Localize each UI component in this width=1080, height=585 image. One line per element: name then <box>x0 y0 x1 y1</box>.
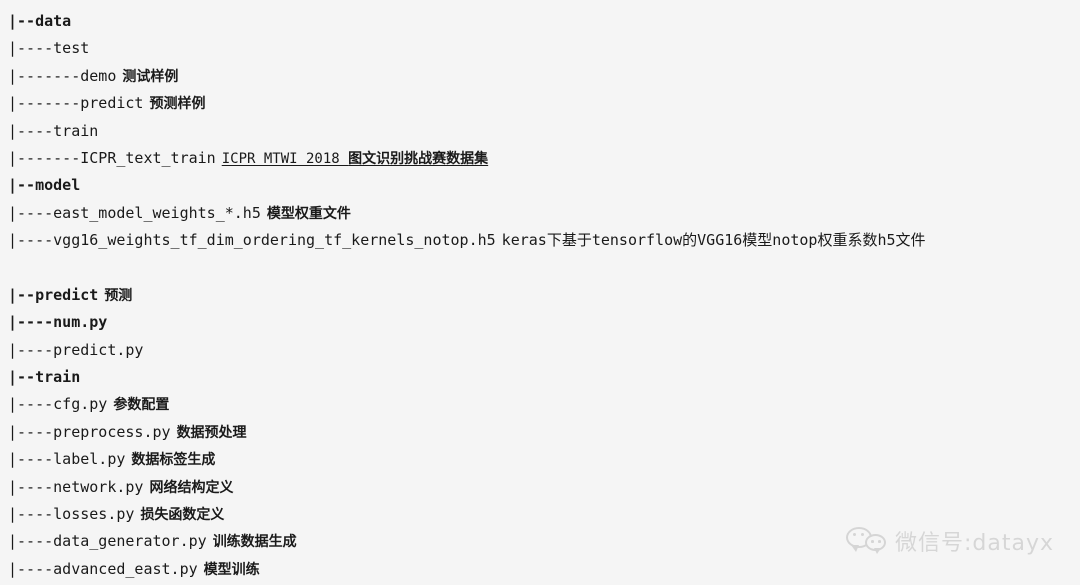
tree-path: |----preprocess.py <box>8 422 171 441</box>
tree-line: |----cfg.py 参数配置 <box>8 391 1072 418</box>
tree-note: 测试样例 <box>122 68 179 85</box>
tree-path: |--data <box>8 12 72 30</box>
tree-line: |----east_model_weights_*.h5 模型权重文件 <box>8 200 1072 227</box>
tree-path: |----losses.py <box>8 505 135 524</box>
tree-note: 模型权重文件 <box>266 205 351 222</box>
tree-note: 预测 <box>104 287 133 304</box>
tree-path: |----label.py <box>8 450 126 469</box>
tree-note: keras下基于tensorflow的VGG16模型notop权重系数h5文件 <box>501 231 926 250</box>
tree-line: |--predict 预测 <box>8 282 1072 309</box>
tree-path: |-------predict <box>8 94 144 113</box>
tree-line: |--data <box>8 8 1072 35</box>
tree-note: 损失函数定义 <box>140 507 225 524</box>
tree-note: 模型训练 <box>203 561 260 578</box>
tree-note: 训练数据生成 <box>212 534 297 551</box>
tree-path: |----test <box>8 39 90 58</box>
tree-line: |-------demo 测试样例 <box>8 63 1072 90</box>
tree-path: |--model <box>8 176 81 195</box>
directory-tree: |--data |----test |-------demo 测试样例 |-------… <box>8 8 1072 583</box>
tree-path: |-------ICPR_text_train <box>8 148 216 167</box>
tree-line: |----test <box>8 35 1072 62</box>
watermark: 微信号:datayx <box>845 525 1054 557</box>
tree-path: |-------demo <box>8 66 117 85</box>
tree-line: |----predict.py <box>8 337 1072 364</box>
tree-note-link[interactable]: ICPR MTWI 2018 图文识别挑战赛数据集 <box>222 151 488 167</box>
tree-line: |----advanced_east.py 模型训练 <box>8 556 1072 583</box>
tree-line: |----network.py 网络结构定义 <box>8 474 1072 501</box>
tree-note: 数据标签生成 <box>131 452 216 469</box>
tree-path: |--train <box>8 368 81 387</box>
tree-path: |----data_generator.py <box>8 532 207 551</box>
tree-line: |--model <box>8 172 1072 199</box>
tree-path: |----cfg.py <box>8 395 108 414</box>
tree-note: 参数配置 <box>113 397 170 414</box>
tree-line: |----label.py 数据标签生成 <box>8 446 1072 473</box>
tree-path: |----advanced_east.py <box>8 559 198 578</box>
tree-path: |----east_model_weights_*.h5 <box>8 203 261 222</box>
tree-path: |----network.py <box>8 477 144 496</box>
tree-path: |----vgg16_weights_tf_dim_ordering_tf_ke… <box>8 231 496 250</box>
tree-note: 网络结构定义 <box>149 479 234 496</box>
tree-line: |--train <box>8 364 1072 391</box>
tree-note: 数据预处理 <box>176 424 247 441</box>
tree-note: 预测样例 <box>149 96 206 113</box>
tree-path: |--predict <box>8 285 99 304</box>
tree-line: |----vgg16_weights_tf_dim_ordering_tf_ke… <box>8 227 1072 254</box>
tree-line: |----num.py <box>8 309 1072 336</box>
tree-path: |----predict.py <box>8 340 144 359</box>
wechat-icon <box>845 526 886 556</box>
tree-line: |-------ICPR_text_train ICPR MTWI 2018 图文… <box>8 145 1072 172</box>
tree-line: |-------predict 预测样例 <box>8 90 1072 117</box>
watermark-text: 微信号:datayx <box>894 531 1054 556</box>
tree-line: |----train <box>8 118 1072 145</box>
tree-path: |----num.py <box>8 313 108 332</box>
tree-path: |----train <box>8 121 99 140</box>
tree-line: |----preprocess.py 数据预处理 <box>8 419 1072 446</box>
